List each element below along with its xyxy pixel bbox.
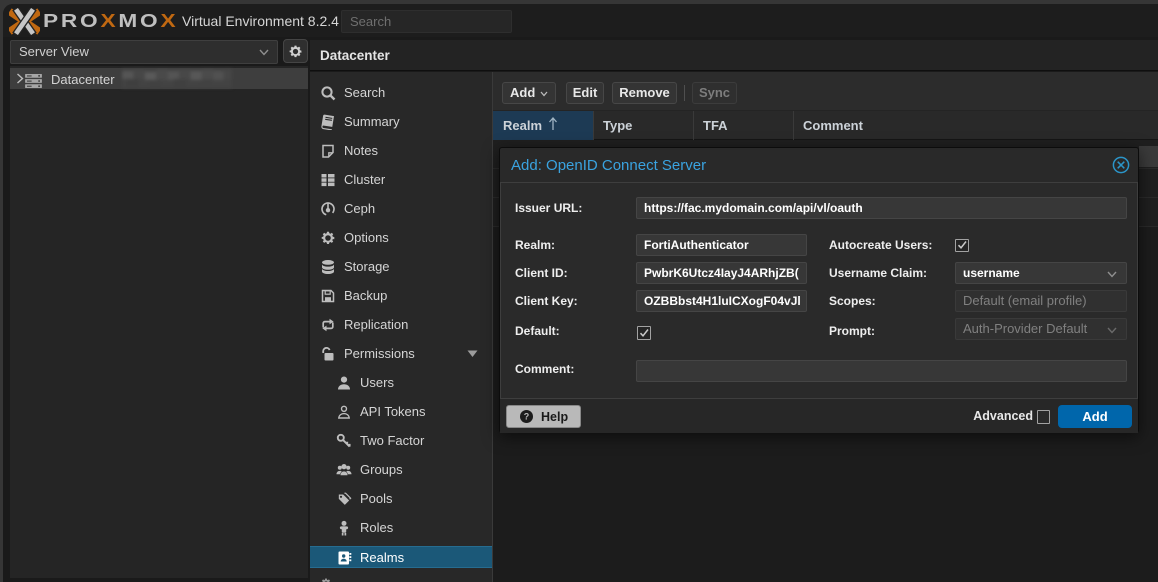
svg-text:?: ? <box>524 412 530 422</box>
